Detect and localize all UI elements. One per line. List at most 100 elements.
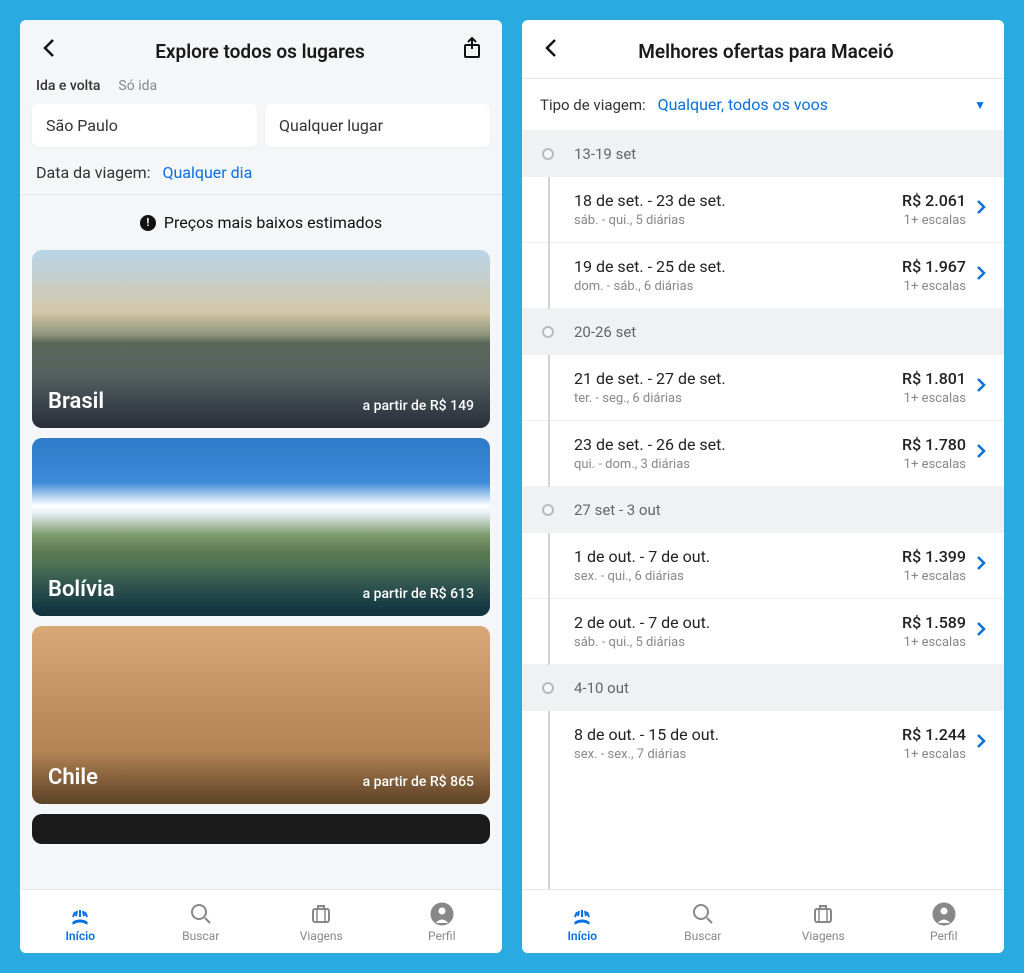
week-label: 20-26 set bbox=[574, 323, 636, 341]
price-info-text: Preços mais baixos estimados bbox=[164, 213, 382, 232]
deal-info: 23 de set. - 26 de set. qui. - dom., 3 d… bbox=[574, 435, 902, 472]
tab-profile[interactable]: Perfil bbox=[884, 890, 1005, 953]
tab-search[interactable]: Buscar bbox=[643, 890, 764, 953]
deal-price-col: R$ 1.399 1+ escalas bbox=[902, 547, 966, 584]
tab-bar: Início Buscar Viagens Perfil bbox=[522, 889, 1004, 953]
timeline-dot-icon bbox=[542, 148, 554, 160]
deal-row[interactable]: 8 de out. - 15 de out. sex. - sex., 7 di… bbox=[522, 711, 1004, 776]
deal-price: R$ 1.589 bbox=[902, 613, 966, 632]
deal-price: R$ 1.780 bbox=[902, 435, 966, 454]
chevron-right-icon bbox=[976, 555, 986, 576]
tab-trips[interactable]: Viagens bbox=[261, 890, 382, 953]
deal-stops: 1+ escalas bbox=[902, 279, 966, 294]
dest-price: a partir de R$ 149 bbox=[363, 398, 474, 414]
chevron-right-icon bbox=[976, 265, 986, 286]
tab-label: Buscar bbox=[684, 929, 721, 943]
week-label: 27 set - 3 out bbox=[574, 501, 661, 519]
deal-stops: 1+ escalas bbox=[902, 391, 966, 406]
explore-screen: Explore todos os lugares Ida e volta Só … bbox=[20, 20, 502, 953]
deal-row[interactable]: 21 de set. - 27 de set. ter. - seg., 6 d… bbox=[522, 355, 1004, 421]
week-header: 20-26 set bbox=[522, 309, 1004, 355]
dropdown-icon: ▼ bbox=[974, 98, 986, 112]
header: Melhores ofertas para Maceió bbox=[522, 20, 1004, 78]
home-icon bbox=[67, 901, 93, 927]
search-icon bbox=[690, 901, 716, 927]
type-value: Qualquer, todos os voos bbox=[658, 95, 828, 114]
tab-search[interactable]: Buscar bbox=[141, 890, 262, 953]
back-button[interactable] bbox=[36, 34, 62, 68]
origin-input[interactable]: São Paulo bbox=[32, 104, 257, 147]
tab-roundtrip[interactable]: Ida e volta bbox=[36, 78, 100, 94]
price-info-banner: ! Preços mais baixos estimados bbox=[20, 195, 502, 250]
deal-meta: dom. - sáb., 6 diárias bbox=[574, 279, 902, 294]
deal-meta: qui. - dom., 3 diárias bbox=[574, 457, 902, 472]
tab-oneway[interactable]: Só ida bbox=[118, 78, 157, 94]
deal-meta: ter. - seg., 6 diárias bbox=[574, 391, 902, 406]
destination-card-chile[interactable]: Chile a partir de R$ 865 bbox=[32, 626, 490, 804]
date-value-link[interactable]: Qualquer dia bbox=[162, 163, 252, 182]
deal-info: 21 de set. - 27 de set. ter. - seg., 6 d… bbox=[574, 369, 902, 406]
deal-dates: 2 de out. - 7 de out. bbox=[574, 613, 902, 632]
tab-home[interactable]: Início bbox=[20, 890, 141, 953]
trip-type-dropdown[interactable]: Tipo de viagem: Qualquer, todos os voos … bbox=[522, 79, 1004, 131]
profile-icon bbox=[429, 901, 455, 927]
info-icon: ! bbox=[140, 215, 156, 231]
deal-row[interactable]: 18 de set. - 23 de set. sáb. - qui., 5 d… bbox=[522, 177, 1004, 243]
tab-bar: Início Buscar Viagens Perfil bbox=[20, 889, 502, 953]
deal-meta: sex. - qui., 6 diárias bbox=[574, 569, 902, 584]
tab-label: Início bbox=[65, 929, 95, 943]
destination-card-brasil[interactable]: Brasil a partir de R$ 149 bbox=[32, 250, 490, 428]
deal-price-col: R$ 1.589 1+ escalas bbox=[902, 613, 966, 650]
deal-price: R$ 1.399 bbox=[902, 547, 966, 566]
deal-info: 2 de out. - 7 de out. sáb. - qui., 5 diá… bbox=[574, 613, 902, 650]
deal-meta: sex. - sex., 7 diárias bbox=[574, 747, 902, 762]
week-header: 4-10 out bbox=[522, 665, 1004, 711]
deal-stops: 1+ escalas bbox=[902, 457, 966, 472]
content: Ida e volta Só ida São Paulo Qualquer lu… bbox=[20, 78, 502, 953]
week-header: 13-19 set bbox=[522, 131, 1004, 177]
trip-type-tabs: Ida e volta Só ida bbox=[20, 78, 502, 104]
dest-name: Bolívia bbox=[48, 577, 115, 602]
deal-row[interactable]: 1 de out. - 7 de out. sex. - qui., 6 diá… bbox=[522, 533, 1004, 599]
deal-dates: 23 de set. - 26 de set. bbox=[574, 435, 902, 454]
tab-label: Viagens bbox=[300, 929, 343, 943]
back-button[interactable] bbox=[538, 34, 564, 68]
deal-info: 19 de set. - 25 de set. dom. - sáb., 6 d… bbox=[574, 257, 902, 294]
tab-home[interactable]: Início bbox=[522, 890, 643, 953]
type-label: Tipo de viagem: bbox=[540, 96, 646, 114]
deal-row[interactable]: 19 de set. - 25 de set. dom. - sáb., 6 d… bbox=[522, 243, 1004, 309]
deal-dates: 19 de set. - 25 de set. bbox=[574, 257, 902, 276]
week-label: 13-19 set bbox=[574, 145, 636, 163]
date-row: Data da viagem: Qualquer dia bbox=[20, 157, 502, 194]
deal-info: 8 de out. - 15 de out. sex. - sex., 7 di… bbox=[574, 725, 902, 762]
page-title: Explore todos os lugares bbox=[155, 40, 365, 63]
tab-label: Início bbox=[567, 929, 597, 943]
home-icon bbox=[569, 901, 595, 927]
content: Tipo de viagem: Qualquer, todos os voos … bbox=[522, 79, 1004, 953]
deal-meta: sáb. - qui., 5 diárias bbox=[574, 213, 902, 228]
deal-price: R$ 1.244 bbox=[902, 725, 966, 744]
tab-profile[interactable]: Perfil bbox=[382, 890, 503, 953]
chevron-right-icon bbox=[976, 621, 986, 642]
deal-info: 1 de out. - 7 de out. sex. - qui., 6 diá… bbox=[574, 547, 902, 584]
deal-price-col: R$ 1.244 1+ escalas bbox=[902, 725, 966, 762]
destination-card-partial[interactable] bbox=[32, 814, 490, 844]
date-label: Data da viagem: bbox=[36, 163, 151, 182]
suitcase-icon bbox=[810, 901, 836, 927]
deal-dates: 18 de set. - 23 de set. bbox=[574, 191, 902, 210]
tab-label: Perfil bbox=[930, 929, 958, 943]
destination-card-bolivia[interactable]: Bolívia a partir de R$ 613 bbox=[32, 438, 490, 616]
deal-price: R$ 1.801 bbox=[902, 369, 966, 388]
destination-input[interactable]: Qualquer lugar bbox=[265, 104, 490, 147]
tab-trips[interactable]: Viagens bbox=[763, 890, 884, 953]
deal-price-col: R$ 2.061 1+ escalas bbox=[902, 191, 966, 228]
deal-meta: sáb. - qui., 5 diárias bbox=[574, 635, 902, 650]
share-icon[interactable] bbox=[458, 35, 486, 67]
page-title: Melhores ofertas para Maceió bbox=[638, 40, 893, 63]
chevron-right-icon bbox=[976, 377, 986, 398]
deal-price: R$ 1.967 bbox=[902, 257, 966, 276]
timeline-dot-icon bbox=[542, 504, 554, 516]
deal-info: 18 de set. - 23 de set. sáb. - qui., 5 d… bbox=[574, 191, 902, 228]
deal-row[interactable]: 2 de out. - 7 de out. sáb. - qui., 5 diá… bbox=[522, 599, 1004, 665]
deal-row[interactable]: 23 de set. - 26 de set. qui. - dom., 3 d… bbox=[522, 421, 1004, 487]
